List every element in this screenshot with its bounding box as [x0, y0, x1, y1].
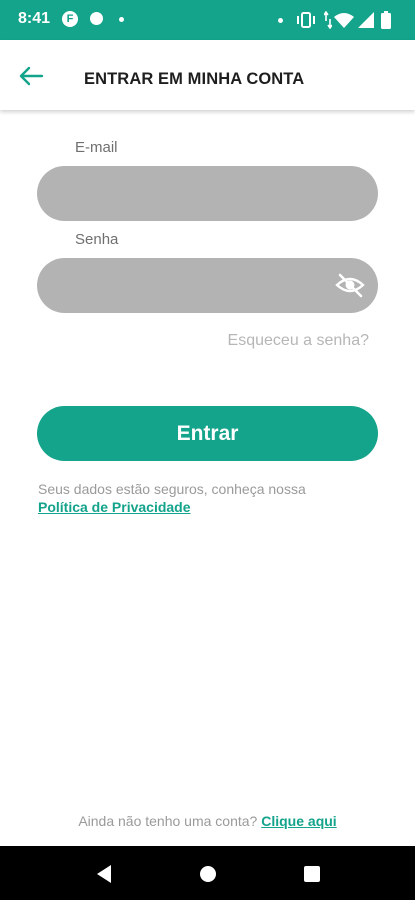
back-triangle-icon	[97, 865, 111, 883]
notification-dot-icon	[278, 18, 283, 23]
wifi-icon	[334, 12, 354, 33]
status-bar: 8:41 F	[0, 0, 415, 40]
page-title: ENTRAR EM MINHA CONTA	[84, 70, 305, 88]
app-header: ENTRAR EM MINHA CONTA	[0, 40, 415, 110]
password-field[interactable]	[37, 258, 378, 313]
back-button[interactable]	[16, 64, 46, 88]
password-label: Senha	[75, 231, 119, 248]
nav-back-button[interactable]	[93, 863, 115, 885]
data-arrows-icon	[323, 10, 333, 34]
signup-row: Ainda não tenho uma conta? Clique aqui	[0, 813, 415, 829]
signal-icon	[358, 12, 374, 33]
password-visibility-toggle[interactable]	[334, 269, 366, 301]
login-button[interactable]: Entrar	[37, 406, 378, 461]
vibrate-icon	[296, 11, 316, 34]
arrow-left-icon	[19, 66, 44, 86]
privacy-policy-link[interactable]: Política de Privacidade	[38, 499, 191, 515]
system-icons	[278, 10, 403, 30]
eye-off-icon	[335, 273, 365, 298]
nav-recents-button[interactable]	[301, 863, 323, 885]
email-label: E-mail	[75, 139, 118, 156]
home-circle-icon	[200, 866, 216, 882]
privacy-text: Seus dados estão seguros, conheça nossa	[38, 481, 306, 497]
status-time: 8:41	[18, 10, 51, 27]
battery-icon	[381, 11, 391, 34]
signup-text: Ainda não tenho uma conta?	[78, 813, 262, 829]
forgot-password-link[interactable]: Esqueceu a senha?	[228, 332, 369, 350]
nav-home-button[interactable]	[197, 863, 219, 885]
signup-link[interactable]: Clique aqui	[261, 813, 336, 829]
email-field[interactable]	[37, 166, 378, 221]
system-nav-bar	[0, 846, 415, 900]
notification-dot-icon	[119, 17, 124, 22]
chat-bubble-icon	[90, 12, 103, 25]
facebook-icon: F	[62, 11, 78, 27]
recents-square-icon	[304, 866, 320, 882]
